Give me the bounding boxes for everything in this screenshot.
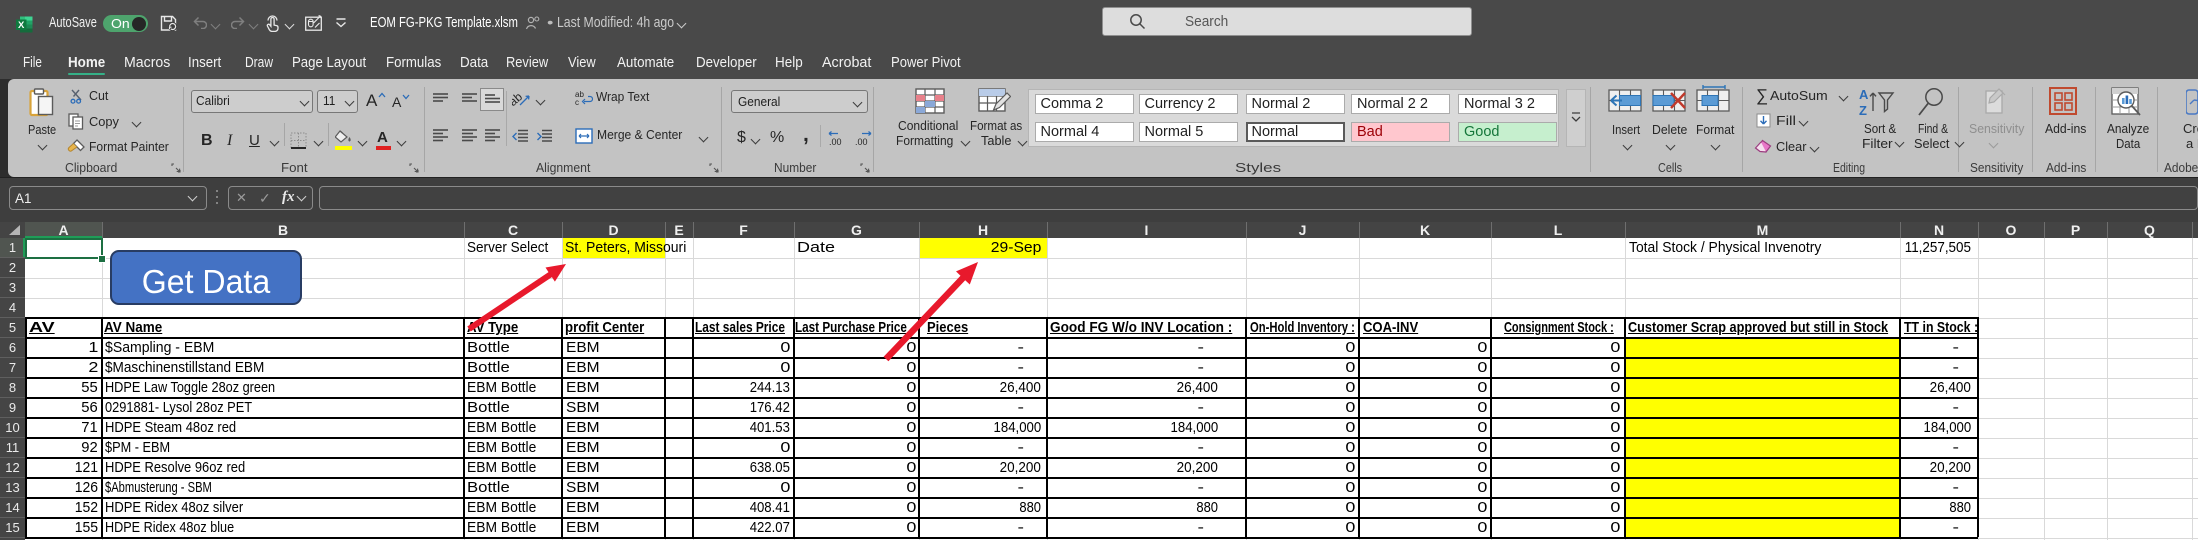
svg-text:Z: Z <box>1859 103 1867 118</box>
svg-text:.00: .00 <box>855 137 868 147</box>
svg-text:A: A <box>1859 87 1869 102</box>
svg-text:X: X <box>18 20 25 31</box>
svg-text:ab: ab <box>512 90 525 108</box>
svg-text:c: c <box>575 98 579 106</box>
svg-text:.00: .00 <box>829 137 842 147</box>
